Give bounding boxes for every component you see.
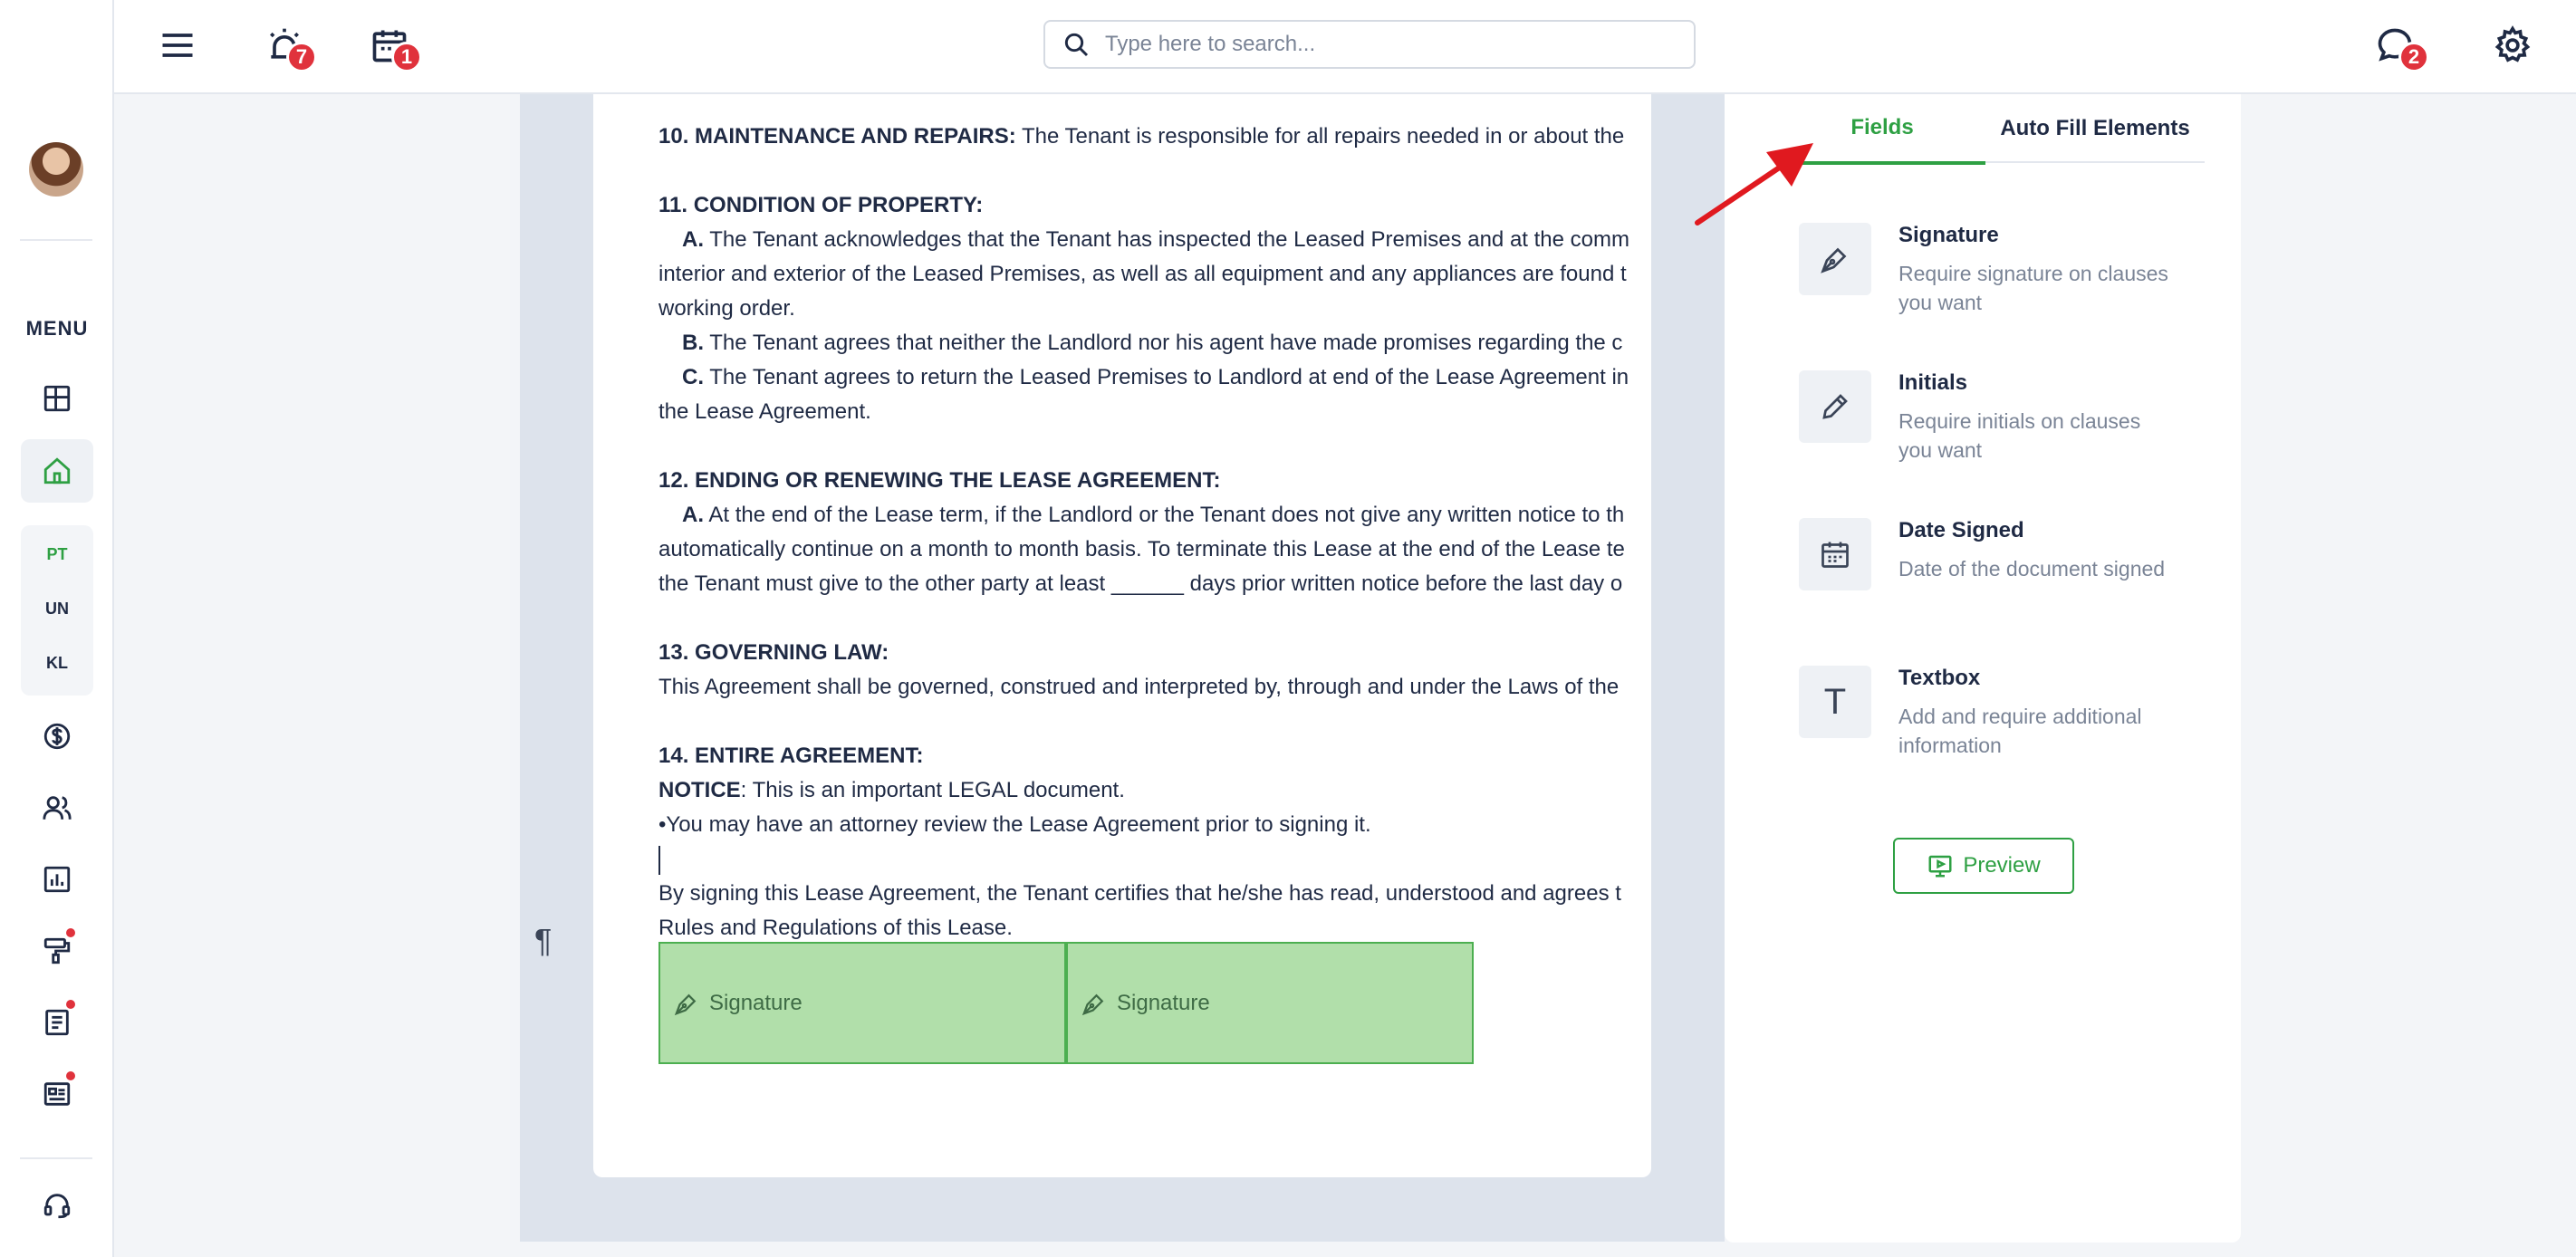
section-11-heading: 11. CONDITION OF PROPERTY: (658, 193, 984, 217)
pen-nib-icon (674, 993, 697, 1015)
signature-field-label: Signature (709, 990, 803, 1015)
fields-panel: Fields Auto Fill Elements Signature Requ… (1725, 94, 2241, 1243)
notification-dot (66, 1000, 75, 1009)
notice-line: NOTICE: This is an important LEGAL docum… (658, 778, 1125, 802)
closing-line1: By signing this Lease Agreement, the Ten… (658, 881, 1621, 906)
preview-button-label: Preview (1963, 853, 2041, 878)
dollar-icon (43, 723, 71, 750)
signature-field-2[interactable]: Signature (1066, 942, 1474, 1064)
pen-nib-icon (1821, 247, 1847, 273)
calendar-button[interactable]: 1 (364, 20, 422, 72)
pen-nib-icon (1081, 993, 1104, 1015)
document-icon (45, 1009, 69, 1036)
field-initials-icon-box (1799, 370, 1871, 443)
sidebar-item-documents[interactable] (21, 991, 93, 1054)
section-12-a-line3: the Tenant must give to the other party … (658, 571, 1623, 596)
section-14-heading: 14. ENTIRE AGREEMENT: (658, 744, 924, 768)
sidebar-item-listings[interactable] (21, 1062, 93, 1126)
notification-dot (66, 928, 75, 937)
notification-dot (66, 1071, 75, 1080)
bullet-line: •You may have an attorney review the Lea… (658, 812, 1371, 837)
field-title: Signature (1898, 223, 1999, 247)
settings-button[interactable] (2487, 20, 2538, 71)
top-header: 7 1 2 (114, 0, 2576, 94)
sidebar-divider (20, 239, 92, 241)
panel-tabs: Fields Auto Fill Elements (1779, 94, 2205, 165)
field-date-signed[interactable]: Date Signed Date of the document signed (1799, 518, 2179, 627)
alerts-badge: 7 (286, 42, 317, 72)
field-description: Require initials on clauses you want (1898, 409, 2141, 462)
avatar[interactable] (29, 142, 83, 197)
section-11-c-line2: the Lease Agreement. (658, 399, 871, 424)
field-initials[interactable]: Initials Require initials on clauses you… (1799, 370, 2179, 479)
section-13-text: This Agreement shall be governed, constr… (658, 675, 1620, 699)
property-switcher: PT UN KL (21, 525, 93, 696)
sidebar-item-people[interactable] (21, 776, 93, 840)
sidebar-divider (20, 1157, 92, 1159)
gear-icon (2494, 25, 2531, 62)
text-caret (658, 845, 660, 875)
field-signature[interactable]: Signature Require signature on clauses y… (1799, 223, 2179, 331)
section-12-a-line2: automatically continue on a month to mon… (658, 537, 1625, 561)
tab-auto-fill-elements[interactable]: Auto Fill Elements (1985, 94, 2205, 163)
sidebar-item-dashboard[interactable] (21, 367, 93, 430)
field-description: Date of the document signed (1898, 557, 2166, 581)
paint-roller-icon (43, 937, 71, 964)
field-description: Require signature on clauses you want (1898, 262, 2168, 314)
calendar-badge: 1 (391, 42, 422, 72)
property-un[interactable]: UN (21, 600, 93, 619)
property-pt[interactable]: PT (21, 545, 93, 564)
sidebar-item-maintenance[interactable] (21, 919, 93, 983)
preview-button[interactable]: Preview (1893, 838, 2074, 894)
calendar-icon (1821, 542, 1849, 568)
text-caret-line (658, 842, 1651, 877)
field-title: Date Signed (1898, 518, 2024, 542)
field-date-icon-box (1799, 518, 1871, 590)
section-11-b: B. The Tenant agrees that neither the La… (682, 331, 1623, 355)
sidebar-item-reports[interactable] (21, 848, 93, 911)
section-11-a: A. The Tenant acknowledges that the Tena… (682, 227, 1629, 252)
sidebar-item-support[interactable] (21, 1174, 93, 1237)
sidebar-item-payments[interactable] (21, 705, 93, 768)
headset-icon (43, 1194, 71, 1219)
text-t-icon: T (1799, 666, 1871, 738)
section-11-c: C. The Tenant agrees to return the Lease… (682, 365, 1629, 389)
search-bar (1043, 20, 1696, 69)
annotation-arrow-icon (1695, 143, 1813, 225)
alerts-button[interactable]: 7 (259, 20, 317, 72)
messages-badge: 2 (2398, 42, 2429, 72)
closing-line2: Rules and Regulations of this Lease. (658, 916, 1013, 940)
section-10-line: 10. MAINTENANCE AND REPAIRS: The Tenant … (658, 124, 1625, 149)
home-icon (43, 457, 71, 485)
menu-label: MENU (25, 317, 89, 340)
section-10-heading: 10. MAINTENANCE AND REPAIRS: (658, 124, 1016, 149)
messages-button[interactable]: 2 (2369, 20, 2429, 72)
pencil-icon (1822, 394, 1848, 419)
search-icon (1064, 33, 1089, 57)
search-input[interactable] (1105, 32, 1685, 57)
section-12-heading: 12. ENDING OR RENEWING THE LEASE AGREEME… (658, 468, 1221, 493)
document-text[interactable]: 10. MAINTENANCE AND REPAIRS: The Tenant … (658, 120, 1651, 945)
section-11-a-line2: interior and exterior of the Leased Prem… (658, 262, 1627, 286)
section-11-a-line3: working order. (658, 296, 795, 321)
signature-field-1[interactable]: Signature (658, 942, 1066, 1064)
hamburger-menu-button[interactable] (152, 20, 203, 71)
paragraph-mark[interactable]: ¶ (534, 922, 552, 960)
section-13-heading: 13. GOVERNING LAW: (658, 640, 889, 665)
monitor-play-icon (1928, 855, 1952, 878)
users-icon (43, 796, 72, 820)
section-12-a: A. At the end of the Lease term, if the … (682, 503, 1625, 527)
left-sidebar: MENU PT UN KL (0, 0, 114, 1257)
field-textbox[interactable]: T Textbox Add and require additional inf… (1799, 666, 2179, 774)
field-description: Add and require additional information (1898, 705, 2142, 757)
property-kl[interactable]: KL (21, 654, 93, 673)
field-title: Initials (1898, 370, 1968, 395)
field-title: Textbox (1898, 666, 1981, 690)
news-icon (43, 1082, 71, 1106)
sidebar-item-home[interactable] (21, 439, 93, 503)
signature-field-label: Signature (1117, 990, 1210, 1015)
chart-icon (43, 866, 71, 893)
hamburger-icon (162, 34, 193, 57)
dashboard-icon (43, 385, 71, 412)
